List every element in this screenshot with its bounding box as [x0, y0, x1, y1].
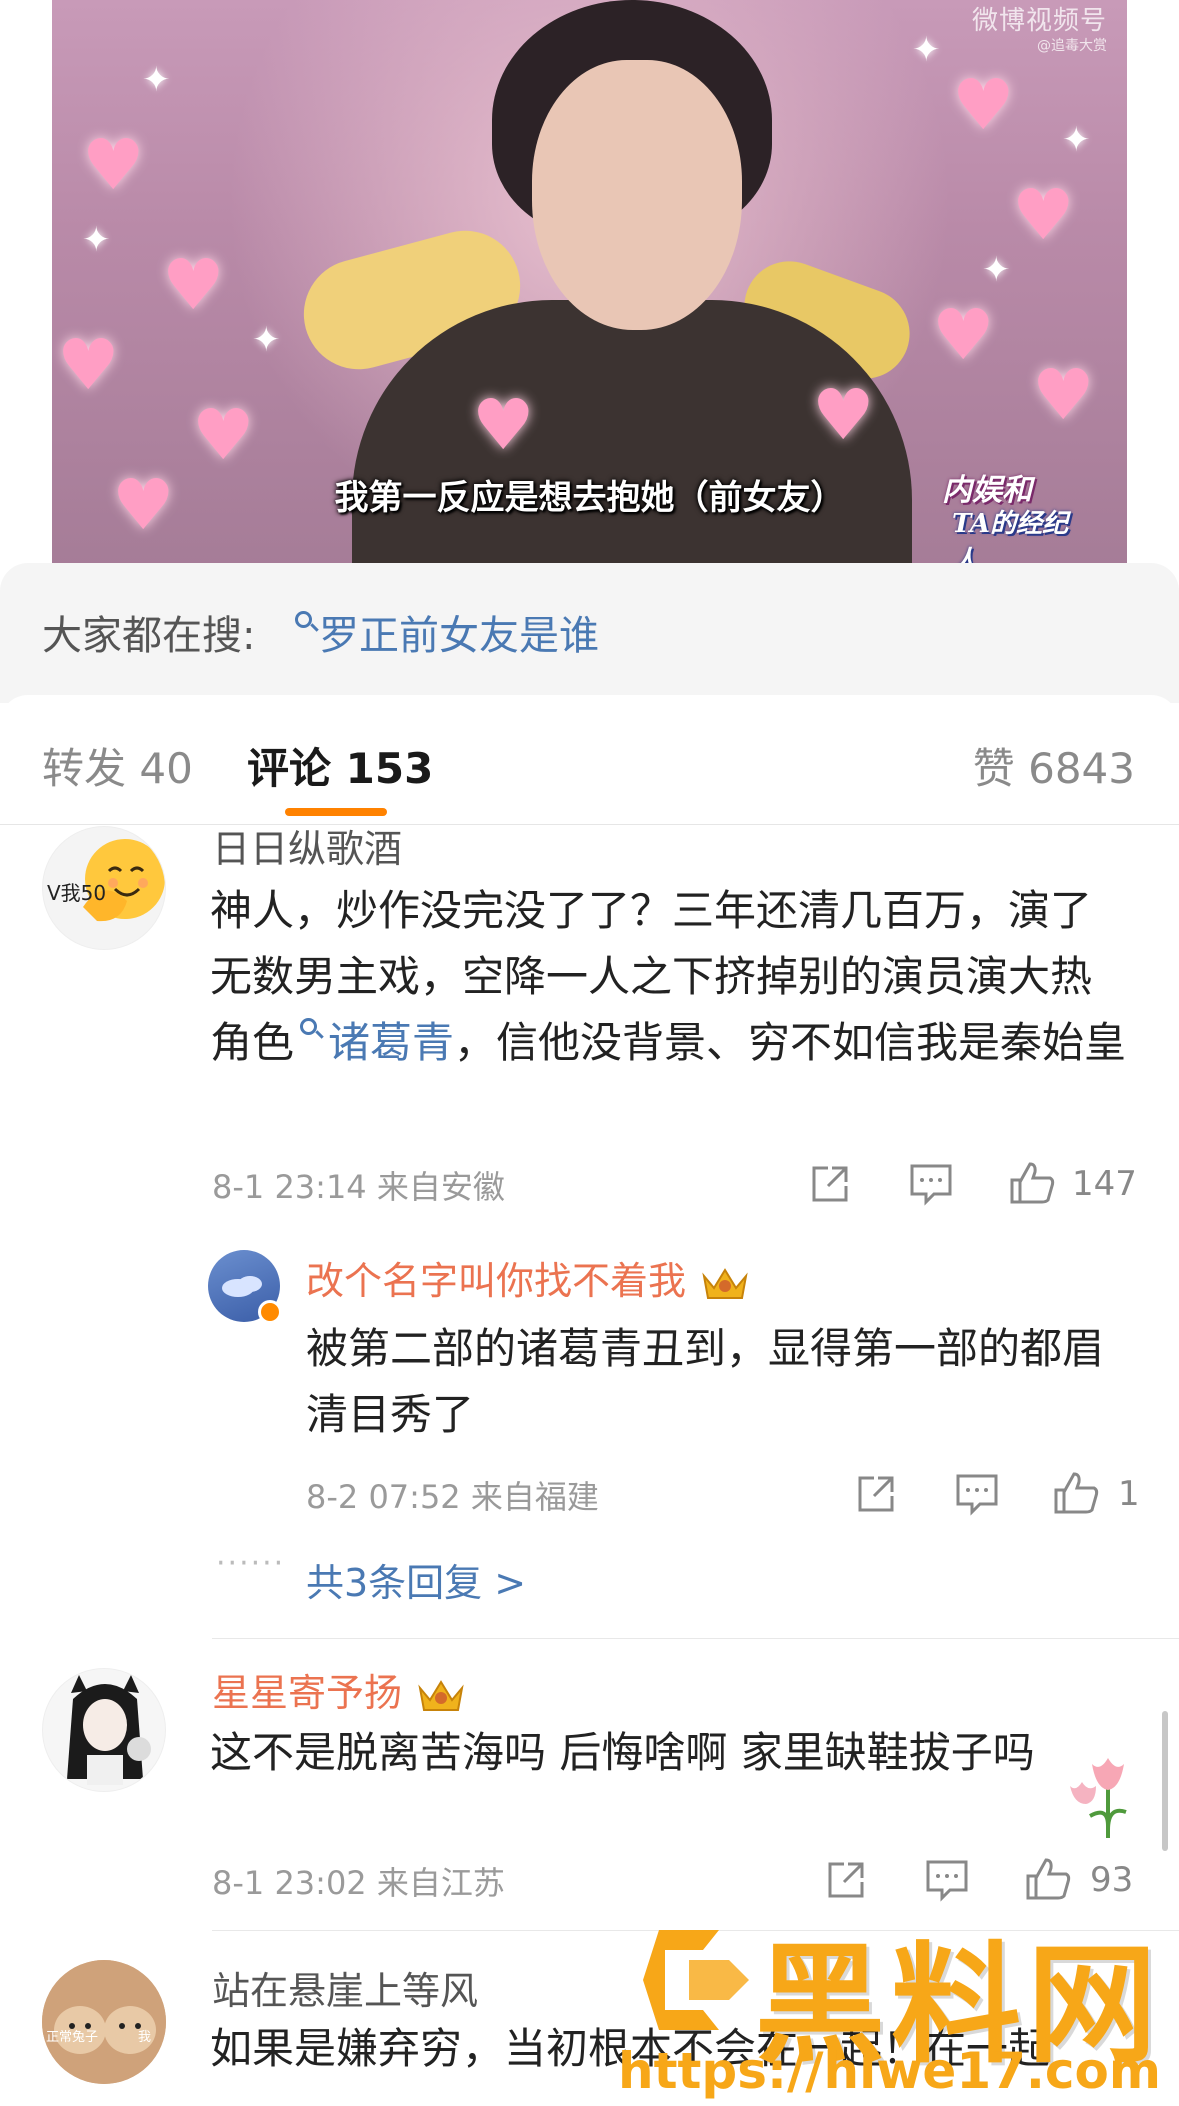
- crown-badge-icon: [702, 1267, 748, 1299]
- site-watermark-url: https://hlwe17.com: [618, 2042, 1161, 2100]
- anime-girl-avatar-icon: [67, 1675, 151, 1785]
- heart-sticker-icon: ♥: [812, 374, 875, 456]
- heart-sticker-icon: ♥: [952, 64, 1015, 146]
- show-logo: 内娱和 TA的经纪人: [942, 465, 1092, 575]
- comment-icon[interactable]: [954, 1472, 1000, 1516]
- site-watermark-logo-icon: [643, 1930, 749, 2030]
- reply-username-label: 改个名字叫你找不着我: [306, 1259, 687, 1303]
- share-icon[interactable]: [808, 1162, 852, 1206]
- active-tab-indicator: [285, 808, 387, 816]
- post-tabs: 转发 40 评论 153 赞 6843: [0, 695, 1179, 825]
- trending-search-label: 大家都在搜:: [42, 613, 256, 659]
- scrollbar[interactable]: [1162, 1711, 1168, 1851]
- tab-likes[interactable]: 赞 6843: [973, 735, 1135, 796]
- watermark-handle: @追毒大赏: [1037, 38, 1107, 54]
- watermark-brand: 微博视频号: [971, 6, 1107, 36]
- sparkle-icon: ✦: [142, 60, 171, 100]
- more-replies-link[interactable]: 共3条回复 >: [306, 1552, 526, 1607]
- video-player[interactable]: ♥ ♥ ♥ ♥ ♥ ♥ ♥ ♥ ♥ ♥ ♥ ✦ ✦ ✦ ✦ ✦ ✦ 微博视频号 …: [0, 0, 1179, 575]
- heart-sticker-icon: ♥: [162, 244, 225, 326]
- heart-sticker-icon: ♥: [1032, 354, 1095, 436]
- like-count: 1: [1118, 1474, 1140, 1514]
- topic-link-label: 诸葛青: [328, 1018, 455, 1067]
- comment-text: 神人，炒作没完没了了？三年还清几百万，演了无数男主戏，空降一人之下挤掉别的演员演…: [210, 878, 1130, 1076]
- avatar-caption: 我: [138, 2030, 152, 2045]
- like-count: 147: [1072, 1164, 1137, 1204]
- heart-sticker-icon: ♥: [472, 384, 535, 466]
- search-icon: [298, 1010, 324, 1046]
- share-icon[interactable]: [854, 1472, 898, 1516]
- video-frame[interactable]: ♥ ♥ ♥ ♥ ♥ ♥ ♥ ♥ ♥ ♥ ♥ ✦ ✦ ✦ ✦ ✦ ✦ 微博视频号 …: [52, 0, 1127, 575]
- crown-badge-icon: [418, 1679, 464, 1711]
- avatar[interactable]: [42, 1668, 166, 1792]
- topic-link[interactable]: 诸葛青: [294, 1018, 454, 1067]
- like-icon[interactable]: [1008, 1160, 1056, 1206]
- reply-text: 被第二部的诸葛青丑到，显得第一部的都眉清目秀了: [306, 1324, 1105, 1439]
- avatar-caption: 正常兔子: [46, 2030, 99, 2045]
- video-person-face: [532, 60, 742, 330]
- reply-meta: 8-2 07:52 来自福建: [306, 1478, 599, 1516]
- heart-sticker-icon: ♥: [192, 394, 255, 476]
- heart-sticker-icon: ♥: [932, 294, 995, 376]
- comment-username[interactable]: 日日纵歌酒: [212, 826, 402, 873]
- comment-divider: [212, 1638, 1179, 1639]
- site-watermark: 黑料网 https://hlwe17.com: [609, 1900, 1169, 2100]
- share-icon[interactable]: [824, 1858, 868, 1902]
- comment-username[interactable]: 站在悬崖上等风: [212, 1960, 478, 2015]
- thread-dots: ······: [216, 1546, 286, 1581]
- comment-list: V我50 日日纵歌酒 神人，炒作没完没了了？三年还清几百万，演了无数男主戏，空降…: [0, 826, 1179, 2106]
- heart-sticker-icon: ♥: [1012, 174, 1075, 256]
- verified-badge-icon: [258, 1300, 282, 1324]
- sparkle-icon: ✦: [1062, 120, 1091, 160]
- search-icon: [293, 603, 319, 639]
- sparkle-icon: ✦: [82, 220, 111, 260]
- avatar[interactable]: V我50: [42, 826, 166, 950]
- trending-search-strip: 大家都在搜: 罗正前女友是谁: [0, 563, 1179, 703]
- sparkle-icon: ✦: [252, 320, 281, 360]
- comment-icon[interactable]: [924, 1858, 970, 1902]
- heart-sticker-icon: ♥: [82, 124, 145, 206]
- comment-text-part: ，信他没背景、穷不如信我是秦始皇: [454, 1018, 1127, 1067]
- video-watermark: 微博视频号 @追毒大赏: [972, 0, 1107, 55]
- like-icon[interactable]: [1024, 1856, 1072, 1902]
- comment-icon[interactable]: [908, 1162, 954, 1206]
- comment-username[interactable]: 星星寄予扬: [212, 1662, 468, 1717]
- reply-username[interactable]: 改个名字叫你找不着我: [306, 1250, 752, 1305]
- avatar-badge: V我50: [47, 881, 107, 905]
- comment-meta: 8-1 23:02 来自江苏: [212, 1864, 505, 1902]
- comment-text: 这不是脱离苦海吗 后悔啥啊 家里缺鞋拔子吗: [210, 1728, 1035, 1777]
- tulip-sticker-icon: [1070, 1758, 1127, 1838]
- tab-repost[interactable]: 转发 40: [42, 735, 193, 796]
- trending-search-link[interactable]: 罗正前女友是谁: [293, 603, 599, 661]
- comment-username-label: 星星寄予扬: [212, 1671, 403, 1715]
- trending-search-query: 罗正前女友是谁: [319, 613, 599, 659]
- like-icon[interactable]: [1052, 1470, 1100, 1516]
- tab-comments[interactable]: 评论 153: [247, 735, 433, 796]
- rabbit-avatar-icon: [42, 1960, 166, 2084]
- heart-sticker-icon: ♥: [57, 324, 120, 406]
- avatar[interactable]: 正常兔子 我: [42, 1960, 166, 2084]
- sparkle-icon: ✦: [982, 250, 1011, 290]
- comment-meta: 8-1 23:14 来自安徽: [212, 1168, 505, 1206]
- sparkle-icon: ✦: [912, 30, 941, 70]
- like-count: 93: [1090, 1860, 1134, 1900]
